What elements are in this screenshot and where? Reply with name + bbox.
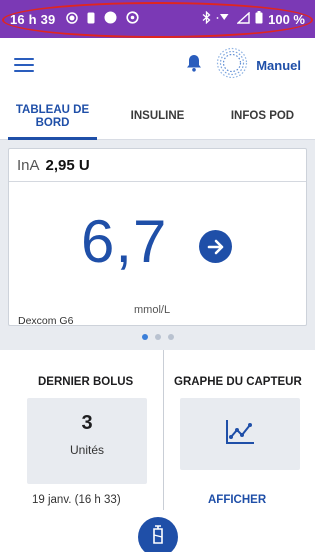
- last-bolus-box: 3 Unités: [27, 398, 147, 484]
- glucose-card[interactable]: InA 2,95 U 6,7 mmol/L Dexcom G6: [8, 148, 307, 327]
- glucose-value: 6,7: [81, 208, 168, 275]
- last-bolus-value: 3: [81, 412, 93, 434]
- arrow-right-icon: [199, 230, 232, 263]
- sim-icon: [87, 12, 95, 27]
- ina-row: InA 2,95 U: [9, 149, 306, 182]
- sensor-name: Dexcom G6: [18, 315, 74, 327]
- bolus-fab-button[interactable]: [138, 517, 178, 552]
- tab-insulin[interactable]: INSULINE: [105, 94, 210, 139]
- page-indicator[interactable]: [0, 334, 315, 340]
- status-bar: 16 h 39 100 %: [0, 0, 315, 38]
- signal-icon: [236, 10, 250, 27]
- clock: 16 h 39: [10, 11, 56, 27]
- page-dot[interactable]: [141, 334, 148, 340]
- line-chart-icon: [224, 418, 256, 451]
- ina-label: InA: [17, 156, 40, 174]
- circle-icon: [104, 11, 117, 27]
- battery-level: 100 %: [268, 11, 305, 27]
- mode-icon[interactable]: [216, 47, 248, 84]
- last-bolus-date: 19 janv. (16 h 33): [32, 494, 121, 506]
- page-dot[interactable]: [167, 334, 174, 340]
- show-graph-button[interactable]: AFFICHER: [208, 494, 266, 506]
- page-dot[interactable]: [154, 334, 161, 340]
- wifi-icon: [216, 11, 232, 27]
- record-icon: [65, 11, 78, 27]
- tab-bar: TABLEAU DE BORD INSULINE INFOS POD: [0, 94, 315, 140]
- menu-icon[interactable]: [14, 58, 34, 72]
- sensor-graph-title: GRAPHE DU CAPTEUR: [174, 376, 302, 388]
- syringe-icon: [150, 524, 166, 550]
- mode-label[interactable]: Manuel: [256, 58, 301, 73]
- sensor-graph-box[interactable]: [180, 398, 300, 470]
- divider: [163, 350, 164, 510]
- do-not-disturb-icon: [125, 11, 139, 27]
- glucose-unit: mmol/L: [134, 304, 171, 316]
- tab-pod-info[interactable]: INFOS POD: [210, 94, 315, 139]
- dashboard-panel: InA 2,95 U 6,7 mmol/L Dexcom G6 DERNIER …: [0, 140, 315, 552]
- last-bolus-title: DERNIER BOLUS: [38, 376, 134, 388]
- app-bar: Manuel: [0, 38, 315, 92]
- battery-icon: [255, 11, 263, 27]
- tab-dashboard[interactable]: TABLEAU DE BORD: [0, 94, 105, 140]
- bell-icon[interactable]: [186, 54, 202, 77]
- ina-value: 2,95 U: [45, 156, 90, 174]
- last-bolus-unit: Unités: [69, 443, 104, 457]
- bluetooth-icon: [202, 10, 211, 27]
